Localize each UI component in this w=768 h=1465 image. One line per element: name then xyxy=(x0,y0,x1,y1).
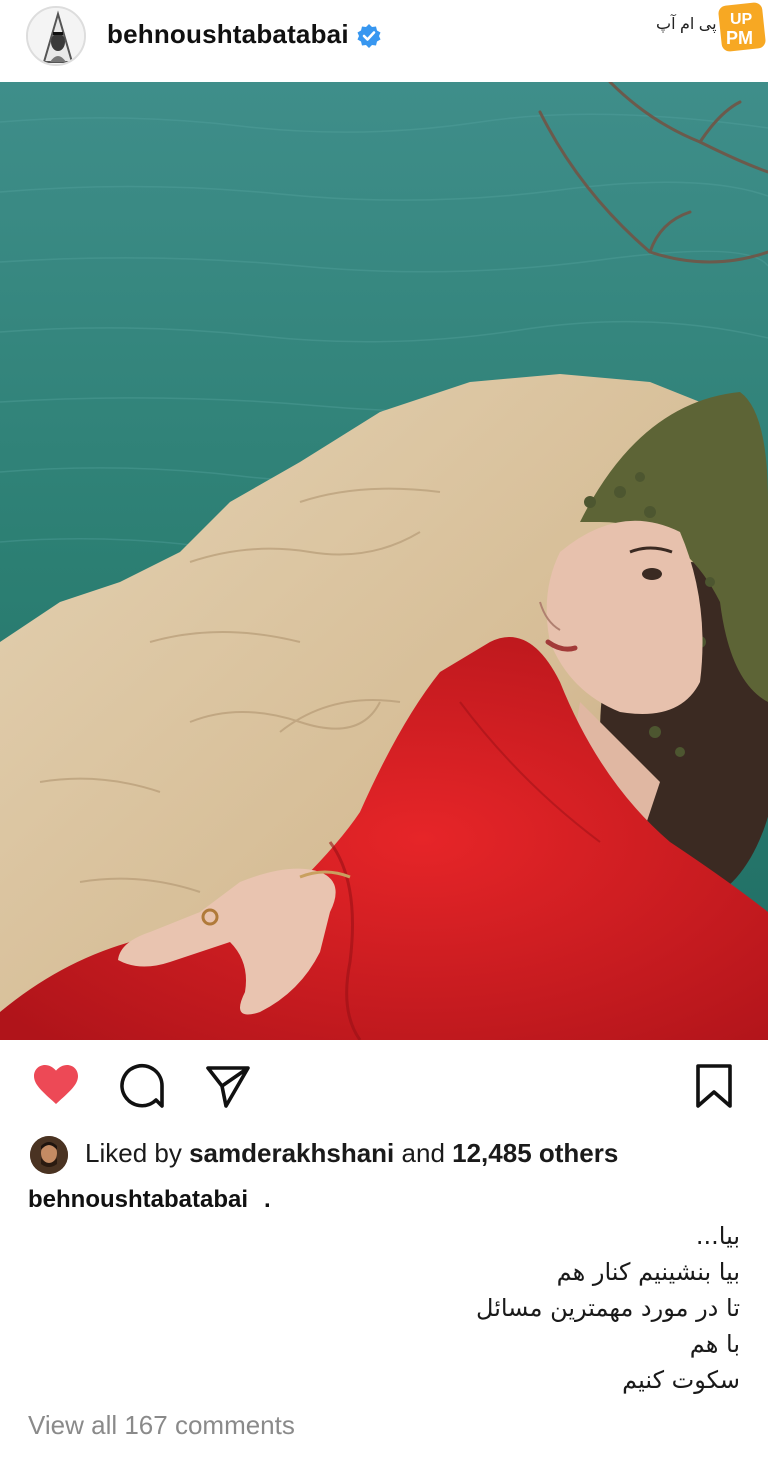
caption-line: بیا... xyxy=(695,1222,740,1250)
svg-text:UP: UP xyxy=(730,11,753,28)
author-avatar[interactable] xyxy=(26,6,86,66)
heart-icon[interactable] xyxy=(32,1062,80,1110)
post-photo[interactable] xyxy=(0,82,768,1040)
liker-avatar-image xyxy=(30,1136,68,1174)
likes-count[interactable]: 12,485 others xyxy=(452,1138,618,1168)
svg-text:PM: PM xyxy=(726,28,753,48)
watermark-logo: UP PM xyxy=(718,2,766,52)
likes-middle: and xyxy=(394,1138,453,1168)
caption-line: تا در مورد مهمترین مسائل xyxy=(476,1294,740,1322)
liker-username[interactable]: samderakhshani xyxy=(189,1138,394,1168)
verified-badge-icon xyxy=(357,24,381,48)
caption-username[interactable]: behnoushtabatabai xyxy=(28,1186,248,1214)
author-username[interactable]: behnoushtabatabai xyxy=(107,19,349,50)
likes-summary: Liked by samderakhshani and 12,485 other… xyxy=(85,1138,618,1169)
watermark-text: پی ام آپ xyxy=(656,16,717,33)
post-actions xyxy=(0,1040,768,1130)
caption-line: سکوت کنیم xyxy=(622,1366,740,1394)
liker-avatar[interactable] xyxy=(30,1136,68,1174)
caption-text: بیا... بیا بنشینیم کنار هم تا در مورد مه… xyxy=(476,1218,740,1398)
caption-line: با هم xyxy=(689,1330,740,1358)
comment-icon[interactable] xyxy=(118,1062,166,1110)
caption-line: بیا بنشینیم کنار هم xyxy=(556,1258,740,1286)
caption-suffix: . xyxy=(264,1186,271,1213)
post-image xyxy=(0,82,768,1040)
view-all-comments-link[interactable]: View all 167 comments xyxy=(28,1410,295,1441)
likes-prefix: Liked by xyxy=(85,1138,190,1168)
bookmark-icon[interactable] xyxy=(690,1062,738,1110)
send-icon[interactable] xyxy=(204,1062,252,1110)
